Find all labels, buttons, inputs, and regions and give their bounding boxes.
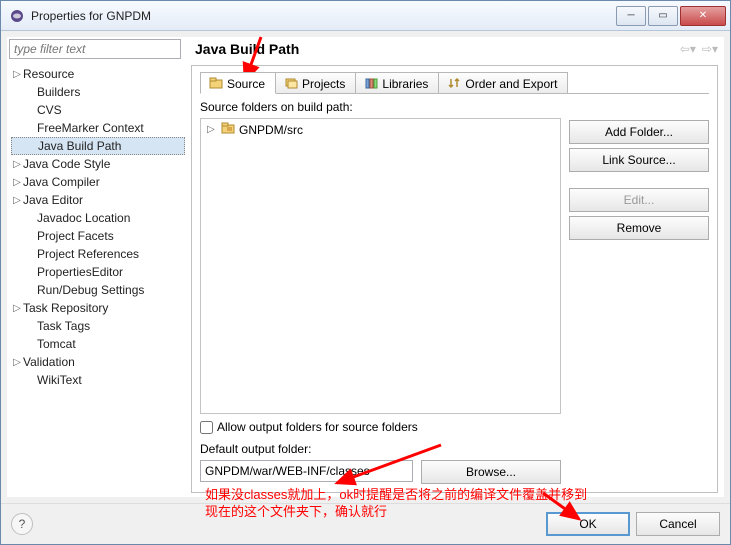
forward-icon[interactable]: ⇨▾	[702, 42, 718, 56]
add-folder-button[interactable]: Add Folder...	[569, 120, 709, 144]
tree-item-label: WikiText	[37, 373, 82, 387]
tree-item-project-facets[interactable]: Project Facets	[11, 227, 185, 245]
tree-item-project-references[interactable]: Project References	[11, 245, 185, 263]
folders-icon	[284, 77, 298, 91]
tree-item-resource[interactable]: ▷Resource	[11, 65, 185, 83]
source-folder-item[interactable]: ▷ GNPDM/src	[203, 121, 558, 138]
expand-icon[interactable]: ▷	[11, 177, 23, 188]
ok-button[interactable]: OK	[546, 512, 630, 536]
nav-arrows[interactable]: ⇦▾ ⇨▾	[680, 42, 718, 56]
allow-output-label: Allow output folders for source folders	[217, 420, 418, 434]
source-folders-label: Source folders on build path:	[200, 100, 561, 114]
tab-label: Order and Export	[465, 77, 557, 91]
tree-item-freemarker-context[interactable]: FreeMarker Context	[11, 119, 185, 137]
tree-item-cvs[interactable]: CVS	[11, 101, 185, 119]
tree-item-java-compiler[interactable]: ▷Java Compiler	[11, 173, 185, 191]
tree-item-wikitext[interactable]: WikiText	[11, 371, 185, 389]
tree-item-javadoc-location[interactable]: Javadoc Location	[11, 209, 185, 227]
allow-output-checkbox[interactable]	[200, 421, 213, 434]
tree-item-propertieseditor[interactable]: PropertiesEditor	[11, 263, 185, 281]
tree-item-label: Task Tags	[37, 319, 90, 333]
minimize-button[interactable]: ─	[616, 6, 646, 26]
expand-icon[interactable]: ▷	[11, 159, 23, 170]
properties-tree[interactable]: ▷ResourceBuildersCVSFreeMarker ContextJa…	[7, 61, 185, 497]
tree-item-tomcat[interactable]: Tomcat	[11, 335, 185, 353]
tree-item-task-tags[interactable]: Task Tags	[11, 317, 185, 335]
package-icon	[221, 122, 235, 137]
help-button[interactable]: ?	[11, 513, 33, 535]
cancel-button[interactable]: Cancel	[636, 512, 720, 536]
tree-item-task-repository[interactable]: ▷Task Repository	[11, 299, 185, 317]
expand-icon[interactable]: ▷	[11, 303, 23, 314]
sidebar: ▷ResourceBuildersCVSFreeMarker ContextJa…	[7, 37, 185, 497]
source-folder-label: GNPDM/src	[239, 123, 303, 137]
eclipse-icon	[9, 8, 25, 24]
books-icon	[364, 77, 378, 91]
tree-item-builders[interactable]: Builders	[11, 83, 185, 101]
expand-icon[interactable]: ▷	[11, 69, 23, 80]
tree-item-label: Task Repository	[23, 301, 108, 315]
tree-item-validation[interactable]: ▷Validation	[11, 353, 185, 371]
tree-item-run-debug-settings[interactable]: Run/Debug Settings	[11, 281, 185, 299]
window-title: Properties for GNPDM	[31, 9, 614, 23]
tree-item-label: Java Editor	[23, 193, 83, 207]
tree-item-label: Javadoc Location	[37, 211, 130, 225]
expand-icon[interactable]: ▷	[11, 357, 23, 368]
back-icon[interactable]: ⇦▾	[680, 42, 696, 56]
source-folders-list[interactable]: ▷ GNPDM/src	[200, 118, 561, 414]
titlebar: Properties for GNPDM ─ ▭ ✕	[1, 1, 730, 31]
tree-item-label: CVS	[37, 103, 62, 117]
tree-item-java-build-path[interactable]: Java Build Path	[11, 137, 185, 155]
tree-item-label: Java Build Path	[38, 139, 121, 153]
allow-output-row[interactable]: Allow output folders for source folders	[200, 420, 561, 434]
tree-item-label: Validation	[23, 355, 75, 369]
tree-item-label: Project Facets	[37, 229, 114, 243]
link-source-button[interactable]: Link Source...	[569, 148, 709, 172]
filter-input[interactable]	[9, 39, 181, 59]
tree-item-label: Run/Debug Settings	[37, 283, 144, 297]
tree-item-label: Project References	[37, 247, 139, 261]
tab-label: Projects	[302, 77, 345, 91]
default-output-input[interactable]	[200, 460, 413, 482]
remove-button[interactable]: Remove	[569, 216, 709, 240]
page-title: Java Build Path	[195, 41, 299, 57]
tab-order-and-export[interactable]: Order and Export	[438, 72, 568, 93]
expand-icon[interactable]: ▷	[205, 124, 217, 135]
tree-item-label: Java Compiler	[23, 175, 100, 189]
tree-item-label: Resource	[23, 67, 74, 81]
tree-item-label: PropertiesEditor	[37, 265, 123, 279]
default-output-label: Default output folder:	[200, 442, 561, 456]
tree-item-label: Builders	[37, 85, 80, 99]
tree-item-java-editor[interactable]: ▷Java Editor	[11, 191, 185, 209]
browse-button[interactable]: Browse...	[421, 460, 561, 484]
tab-label: Source	[227, 77, 265, 91]
close-button[interactable]: ✕	[680, 6, 726, 26]
tree-item-label: FreeMarker Context	[37, 121, 144, 135]
tree-item-label: Java Code Style	[23, 157, 110, 171]
package-icon	[209, 77, 223, 91]
edit-button[interactable]: Edit...	[569, 188, 709, 212]
tree-item-label: Tomcat	[37, 337, 76, 351]
maximize-button[interactable]: ▭	[648, 6, 678, 26]
tab-source[interactable]: Source	[200, 72, 276, 94]
tree-item-java-code-style[interactable]: ▷Java Code Style	[11, 155, 185, 173]
order-icon	[447, 77, 461, 91]
tab-label: Libraries	[382, 77, 428, 91]
tab-libraries[interactable]: Libraries	[355, 72, 439, 93]
tabs: Source Projects Libraries Order and Export	[200, 72, 709, 94]
tab-projects[interactable]: Projects	[275, 72, 356, 93]
expand-icon[interactable]: ▷	[11, 195, 23, 206]
